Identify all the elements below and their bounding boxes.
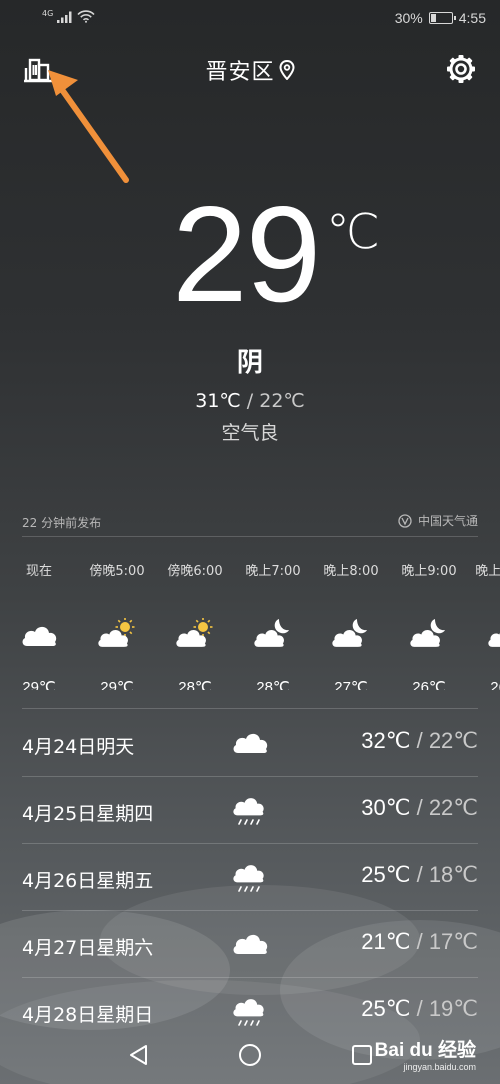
hourly-temperature: 29℃	[100, 679, 134, 690]
hourly-temperature: 28℃	[178, 679, 212, 690]
temperature-unit: ℃	[326, 204, 380, 260]
hourly-temperature: 27℃	[334, 679, 368, 690]
cloudy-night-icon	[488, 633, 500, 647]
divider	[22, 536, 478, 537]
annotation-arrow	[48, 70, 129, 183]
daily-row[interactable]: 4月24日明天 32℃ / 22℃	[22, 710, 478, 776]
rain-icon	[233, 999, 264, 1026]
air-quality[interactable]: 空气良	[0, 418, 500, 445]
battery-fill	[430, 14, 437, 22]
daily-temperature: 30℃ / 22℃	[361, 795, 478, 821]
daily-temperature: 21℃ / 17℃	[361, 929, 478, 955]
daily-high: 25℃	[361, 862, 411, 887]
source-logo-icon	[398, 513, 412, 528]
high-low-temperature: 31℃ / 22℃	[0, 390, 500, 412]
navigation-bar: Bai du 经验 jingyan.baidu.com	[0, 1028, 500, 1084]
daily-low: 22℃	[428, 728, 478, 753]
cloud-icon	[233, 733, 268, 753]
daily-low: 18℃	[428, 862, 478, 887]
hourly-item: 傍晚5:00 29℃	[78, 560, 156, 690]
hourly-time: 现在	[25, 564, 52, 579]
battery-percent: 30%	[394, 10, 423, 26]
hourly-item: 晚上9:00 26℃	[390, 560, 468, 690]
daily-high: 32℃	[361, 728, 411, 753]
hourly-time: 晚上9:00	[401, 564, 457, 579]
hourly-temperature: 26℃	[490, 679, 500, 690]
daily-low: 19℃	[428, 996, 478, 1021]
clock: 4:55	[458, 10, 486, 26]
data-source: 中国天气通	[398, 512, 478, 529]
baidu-watermark: Bai du 经验 jingyan.baidu.com	[375, 1035, 476, 1072]
cloud-icon	[233, 934, 268, 954]
daily-date: 4月28日星期日	[22, 1004, 154, 1026]
hourly-item: 现在 29℃	[0, 560, 78, 690]
daily-temperature: 25℃ / 18℃	[361, 862, 478, 888]
status-bar: 4G 30% 4:55	[0, 0, 500, 40]
weather-condition: 阴	[236, 348, 263, 378]
partly-sunny-icon	[98, 618, 135, 647]
current-temperature: 29	[172, 178, 321, 330]
status-right: 30% 4:55	[395, 10, 486, 26]
daily-separator: /	[410, 929, 429, 954]
hourly-forecast[interactable]: 现在 29℃ 傍晚5:00 29℃ 傍晚6:00 28℃ 晚上7:00 28℃ …	[0, 560, 500, 690]
back-triangle-icon[interactable]	[126, 1042, 152, 1068]
cloudy-night-icon	[332, 619, 367, 647]
hourly-temperature: 29℃	[22, 679, 56, 690]
daily-date: 4月27日星期六	[22, 937, 154, 959]
location-pin-icon	[278, 60, 295, 80]
cloudy-night-icon	[410, 619, 445, 647]
daily-row[interactable]: 4月27日星期六 21℃ / 17℃	[22, 911, 478, 977]
daily-separator: /	[410, 728, 429, 753]
gear-icon[interactable]	[446, 54, 476, 84]
daily-row[interactable]: 4月26日星期五 25℃ / 18℃	[22, 844, 478, 910]
daily-high: 21℃	[361, 929, 411, 954]
hourly-time: 晚上7:00	[245, 564, 301, 579]
daily-temperature: 32℃ / 22℃	[361, 728, 478, 754]
divider	[22, 708, 478, 709]
high-low-separator: /	[240, 390, 260, 412]
hourly-time: 晚上8:00	[323, 564, 379, 579]
today-high: 31℃	[195, 390, 241, 412]
cloudy-night-icon	[254, 619, 289, 647]
daily-separator: /	[410, 862, 429, 887]
daily-temperature: 25℃ / 19℃	[361, 996, 478, 1022]
hourly-time: 傍晚6:00	[167, 564, 223, 579]
battery-icon	[428, 12, 456, 24]
watermark-brand: Bai du 经验	[374, 1040, 476, 1061]
network-label: 4G	[42, 9, 54, 18]
hourly-time: 傍晚5:00	[89, 564, 145, 579]
hourly-temperature: 26℃	[412, 679, 446, 690]
cloud-icon	[22, 626, 57, 646]
daily-date: 4月24日明天	[22, 736, 135, 758]
daily-date: 4月25日星期四	[22, 803, 154, 825]
hourly-temperature: 28℃	[256, 679, 290, 690]
today-low: 22℃	[259, 390, 305, 412]
status-left: 4G	[42, 9, 95, 23]
wifi-icon	[77, 10, 95, 23]
source-name: 中国天气通	[417, 514, 478, 528]
watermark-url: jingyan.baidu.com	[403, 1062, 476, 1072]
publish-time: 22 分钟前发布	[22, 516, 102, 530]
daily-separator: /	[410, 996, 429, 1021]
home-circle-icon[interactable]	[237, 1042, 263, 1068]
rain-icon	[233, 798, 264, 825]
hourly-item: 傍晚6:00 28℃	[156, 560, 234, 690]
hourly-time: 晚上10:00	[475, 564, 500, 579]
location-name: 晋安区	[205, 60, 275, 85]
hourly-item: 晚上7:00 28℃	[234, 560, 312, 690]
rain-icon	[233, 865, 264, 892]
daily-high: 30℃	[361, 795, 411, 820]
daily-date: 4月26日星期五	[22, 870, 154, 892]
recent-square-icon[interactable]	[349, 1042, 375, 1068]
hourly-item: 晚上8:00 27℃	[312, 560, 390, 690]
daily-row[interactable]: 4月25日星期四 30℃ / 22℃	[22, 777, 478, 843]
daily-low: 22℃	[428, 795, 478, 820]
daily-low: 17℃	[428, 929, 478, 954]
signal-icon	[57, 11, 72, 23]
hourly-item: 晚上10:00 26℃	[468, 560, 500, 690]
partly-sunny-icon	[176, 618, 213, 647]
daily-separator: /	[410, 795, 429, 820]
daily-high: 25℃	[361, 996, 411, 1021]
